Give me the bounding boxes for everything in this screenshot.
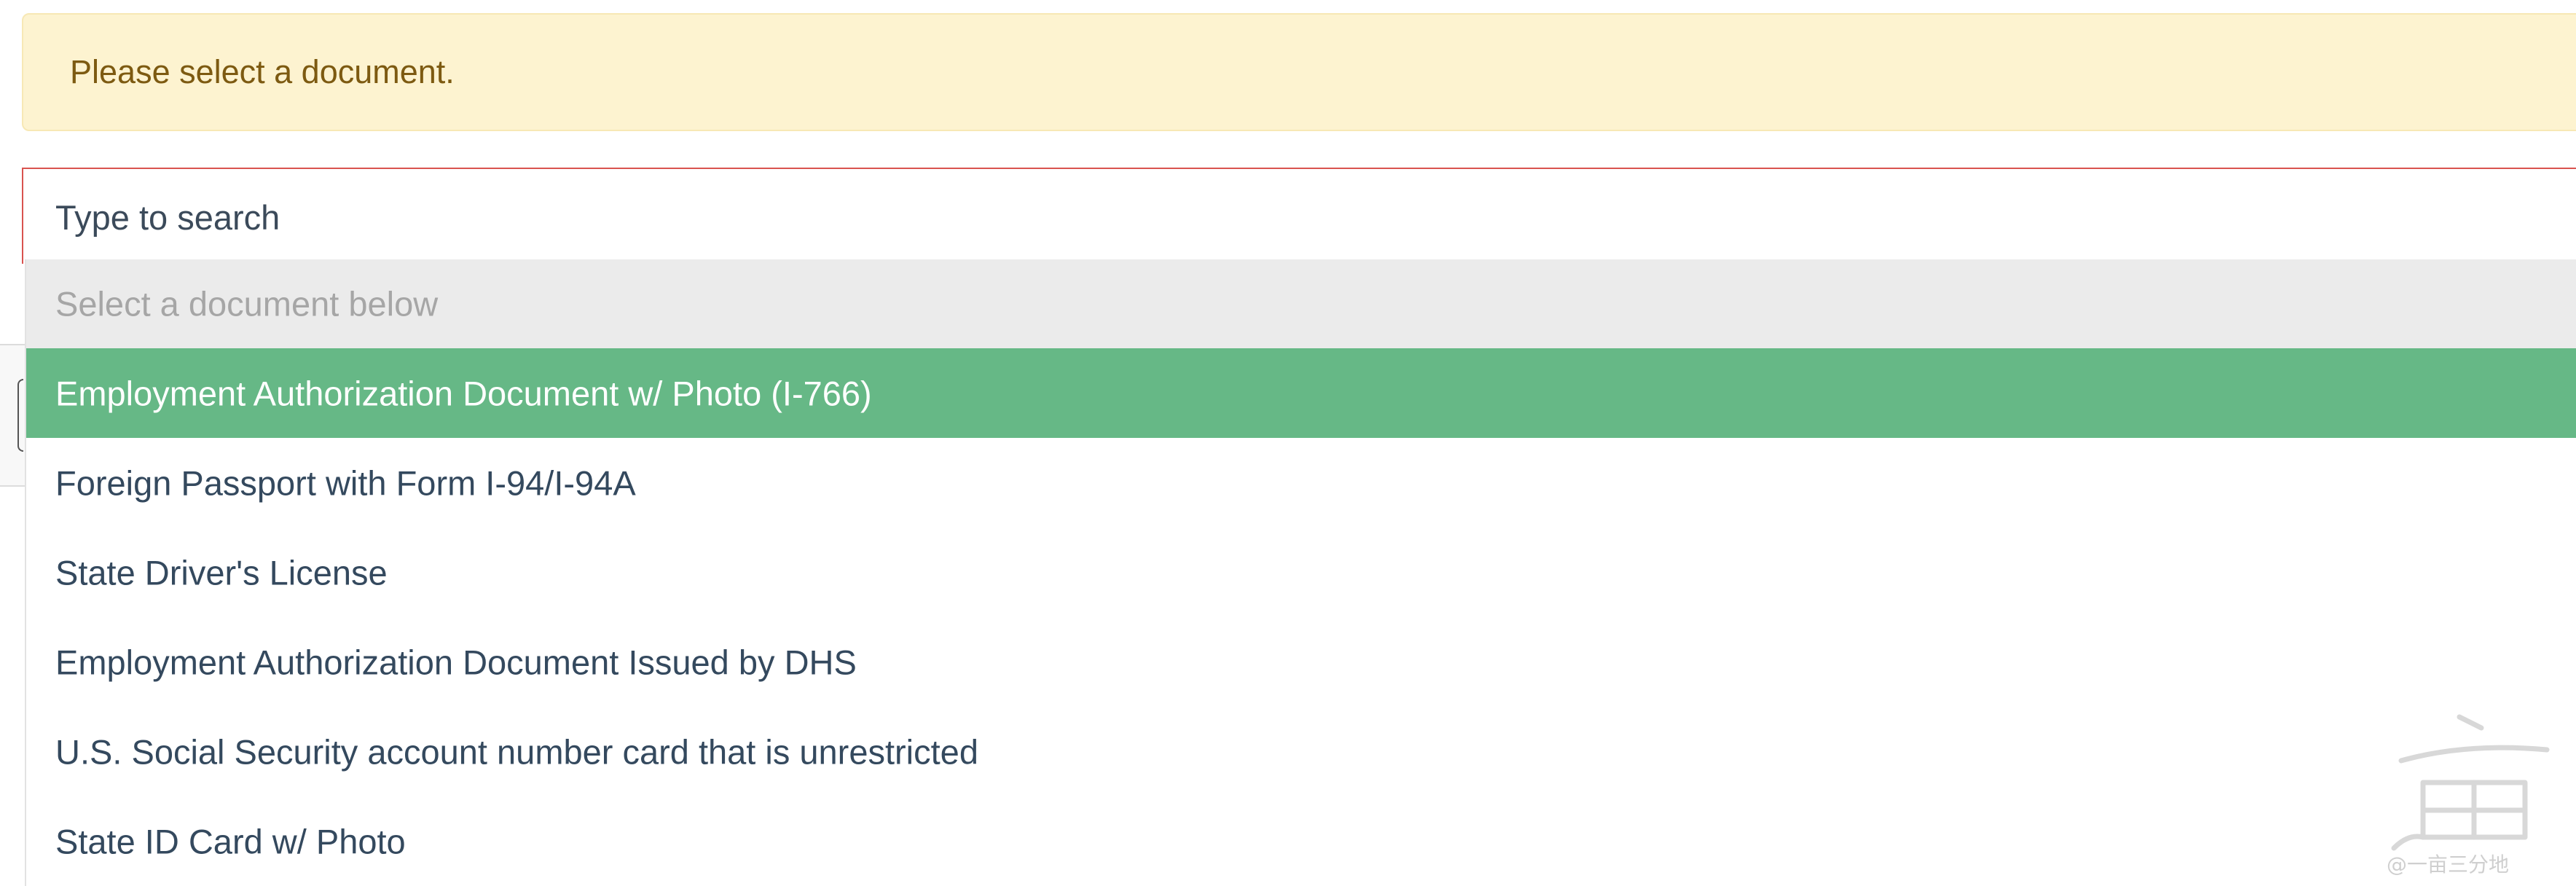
document-dropdown: Select a document below Employment Autho… xyxy=(25,259,2576,886)
option-label: Foreign Passport with Form I-94/I-94A xyxy=(55,463,636,502)
option-employment-authorization-i766[interactable]: Employment Authorization Document w/ Pho… xyxy=(26,348,2576,438)
warning-alert: Please select a document. xyxy=(22,13,2576,131)
option-state-drivers-license[interactable]: State Driver's License xyxy=(26,528,2576,617)
option-label: Employment Authorization Document Issued… xyxy=(55,643,857,681)
option-social-security-card[interactable]: U.S. Social Security account number card… xyxy=(26,707,2576,796)
search-input[interactable] xyxy=(55,182,2532,252)
option-label: State Driver's License xyxy=(55,553,388,592)
option-label: Employment Authorization Document w/ Pho… xyxy=(55,374,872,412)
document-search-box[interactable] xyxy=(22,168,2576,264)
dropdown-header-label: Select a document below xyxy=(55,284,439,324)
background-control-edge xyxy=(17,379,23,452)
watermark-text: @一亩三分地 xyxy=(2387,852,2509,877)
watermark-logo: @一亩三分地 xyxy=(2387,714,2550,877)
option-employment-authorization-dhs[interactable]: Employment Authorization Document Issued… xyxy=(26,617,2576,707)
option-state-id-card[interactable]: State ID Card w/ Photo xyxy=(26,796,2576,886)
option-label: U.S. Social Security account number card… xyxy=(55,732,978,771)
dropdown-header: Select a document below xyxy=(26,259,2576,348)
option-foreign-passport[interactable]: Foreign Passport with Form I-94/I-94A xyxy=(26,438,2576,528)
option-label: State ID Card w/ Photo xyxy=(55,822,406,860)
alert-message: Please select a document. xyxy=(70,53,455,90)
